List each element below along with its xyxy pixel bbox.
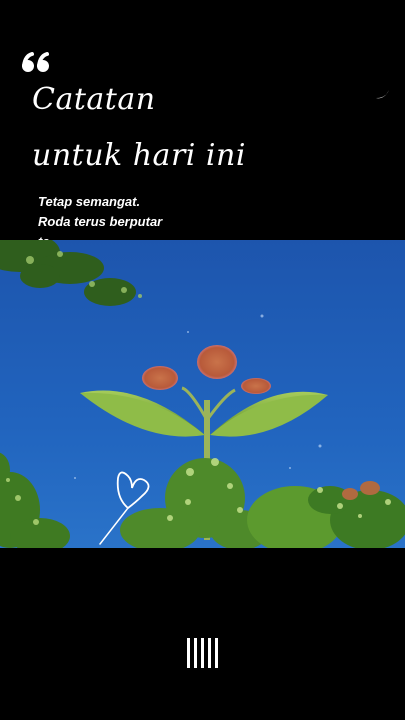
crescent-moon-icon: [374, 86, 392, 107]
title-line-2: untuk hari ini: [32, 138, 246, 173]
caption-line-1: Tetap semangat.: [38, 194, 141, 209]
barcode-logo-icon: [187, 638, 219, 668]
quote-open-icon: [20, 50, 52, 81]
title-line-1: Catatan: [32, 82, 156, 117]
caption-line-2: Roda terus berputar: [38, 214, 163, 229]
plant-photo: [0, 240, 405, 548]
heart-doodle-icon: [98, 466, 160, 548]
